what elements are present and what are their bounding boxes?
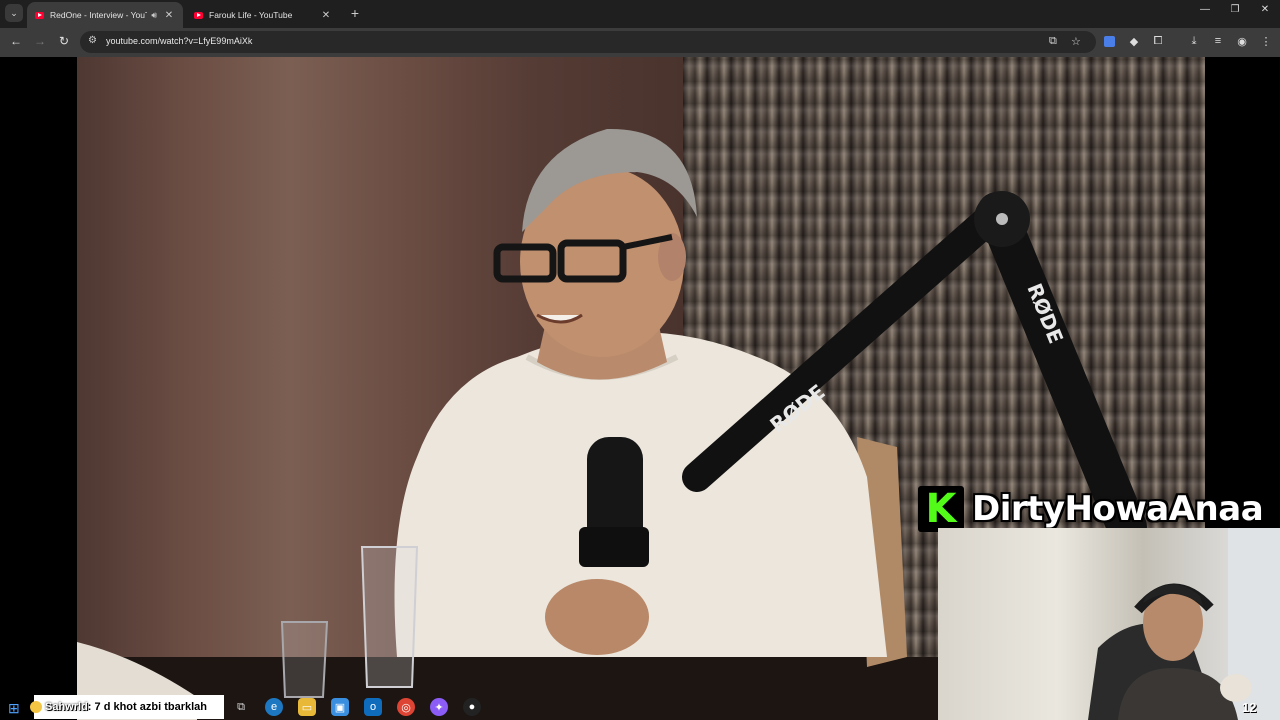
arrow-right-icon: → (34, 34, 46, 48)
chat-username: Sahwrld (45, 701, 88, 713)
puzzle-icon[interactable]: ⧠ (1151, 35, 1165, 48)
video-letterbox-left (0, 57, 77, 720)
cast-icon[interactable]: ⧉ (1049, 35, 1057, 48)
tab-title: Farouk Life - YouTube (209, 10, 293, 20)
seal-emote (1220, 674, 1252, 702)
download-icon[interactable]: ⤓ (1187, 35, 1201, 48)
chrome-icon[interactable]: ◎ (397, 698, 415, 716)
reload-icon: ↻ (58, 34, 70, 48)
translate-extension-icon[interactable] (1104, 36, 1115, 47)
back-button[interactable]: ← (8, 34, 24, 48)
new-tab-button[interactable]: + (347, 5, 363, 21)
tab-search-button[interactable]: ⌄ (5, 4, 23, 22)
task-view-icon[interactable]: ⧉ (232, 698, 250, 716)
forward-button[interactable]: → (32, 34, 48, 48)
kick-logo-icon: K (918, 486, 964, 532)
channel-banner: K DirtyHowaAnaa (918, 484, 1280, 534)
chat-message-text: : 7 d khot azbi tbarklah (87, 701, 207, 713)
speaker-icon[interactable]: 🔊︎ (151, 10, 157, 21)
youtube-icon (35, 11, 44, 19)
store-icon[interactable]: ▣ (331, 698, 349, 716)
outlook-icon[interactable]: o (364, 698, 382, 716)
webcam-feed (938, 528, 1280, 720)
tune-icon[interactable]: ⚙ (88, 35, 97, 46)
list-icon[interactable]: ≡ (1211, 35, 1225, 47)
tab-farouk-life[interactable]: Farouk Life - YouTube ✕ (186, 2, 340, 28)
close-icon[interactable]: ✕ (320, 10, 332, 21)
messenger-icon[interactable]: ✦ (430, 698, 448, 716)
star-icon[interactable]: ☆ (1071, 35, 1081, 48)
browser-toolbar: ← → ↻ ⚙ youtube.com/watch?v=LfyE99mAiXk … (0, 28, 1280, 57)
file-explorer-icon[interactable]: ▭ (298, 698, 316, 716)
tab-title: RedOne - Interview - YouTube (50, 10, 147, 20)
emoji-icon (30, 701, 42, 713)
minimize-button[interactable]: — (1195, 4, 1215, 15)
channel-name: DirtyHowaAnaa (972, 489, 1264, 529)
diamond-extension-icon[interactable]: ◆ (1127, 35, 1141, 48)
kebab-icon[interactable]: ⋮ (1259, 35, 1273, 48)
restore-button[interactable]: ❐ (1225, 4, 1245, 15)
edge-icon[interactable]: e (265, 698, 283, 716)
profile-icon[interactable]: ◉ (1235, 35, 1249, 48)
start-icon[interactable]: ⊞ (8, 700, 20, 717)
reload-button[interactable]: ↻ (56, 34, 72, 48)
chat-message-bar: Sahwrld : 7 d khot azbi tbarklah (30, 695, 224, 719)
youtube-icon (194, 11, 203, 19)
plus-icon: + (350, 5, 360, 21)
address-bar[interactable]: ⚙ youtube.com/watch?v=LfyE99mAiXk ⧉ ☆ (80, 31, 1096, 53)
obs-icon[interactable]: ● (463, 698, 481, 716)
close-window-button[interactable]: ✕ (1255, 4, 1275, 15)
chevron-down-icon: ⌄ (10, 8, 18, 18)
close-icon[interactable]: ✕ (163, 10, 175, 21)
tab-redone-interview[interactable]: RedOne - Interview - YouTube 🔊︎ ✕ (27, 2, 183, 28)
tab-strip: ⌄ RedOne - Interview - YouTube 🔊︎ ✕ Faro… (0, 0, 1280, 28)
arrow-left-icon: ← (10, 34, 22, 48)
corner-badge: 12 (1242, 700, 1257, 715)
url-text[interactable]: youtube.com/watch?v=LfyE99mAiXk (106, 36, 252, 46)
